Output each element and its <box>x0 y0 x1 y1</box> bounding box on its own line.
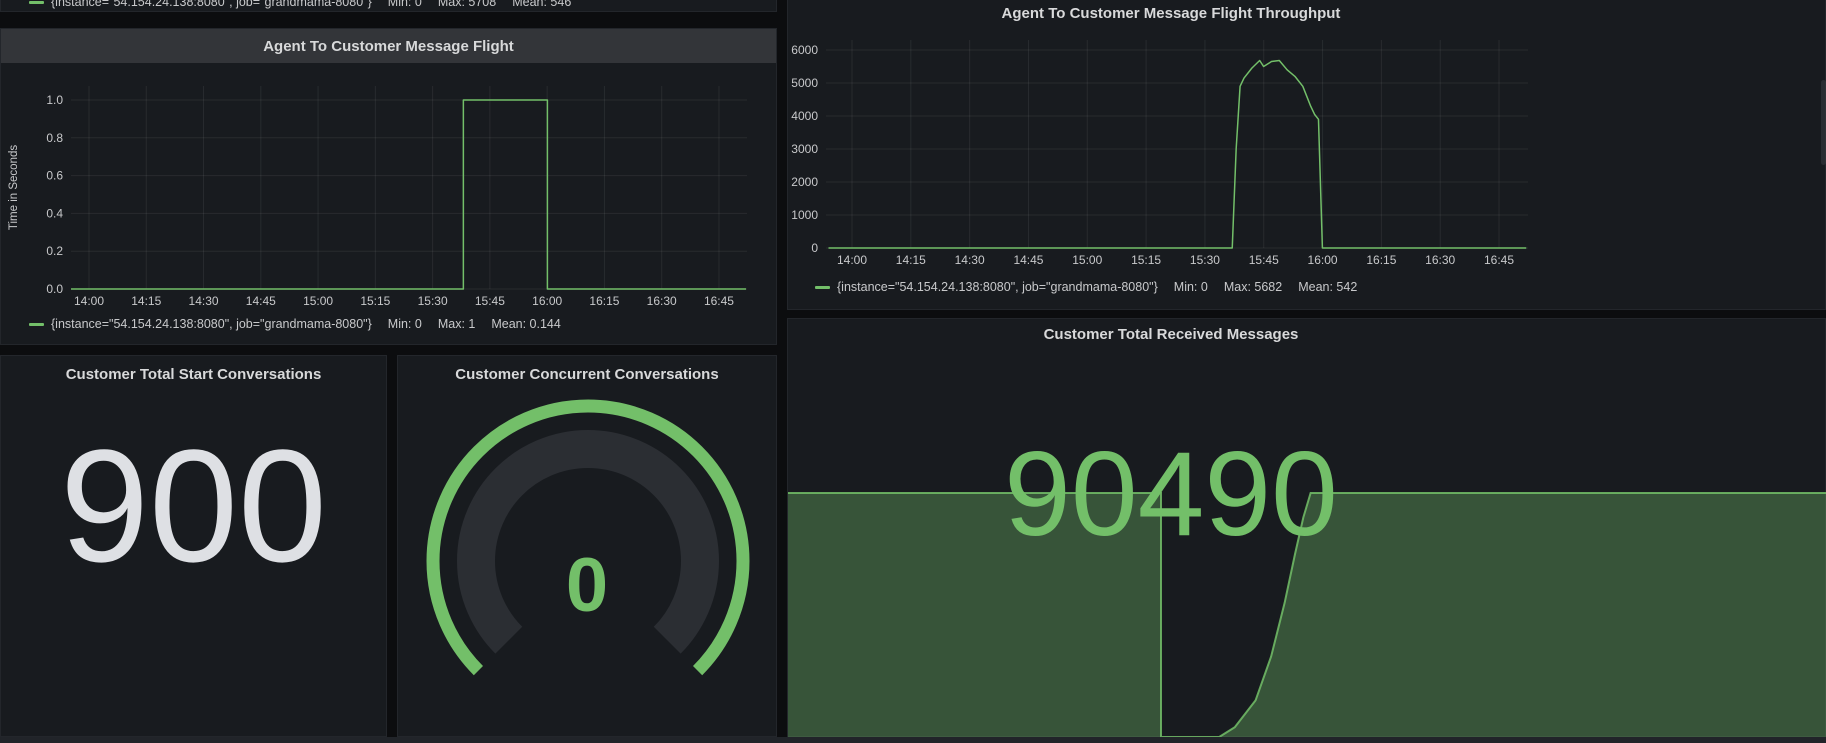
stat-value-start-conversations: 900 <box>60 421 327 591</box>
legend-max: Max: 5682 <box>1224 280 1282 294</box>
y-tick-label: 4000 <box>791 109 818 123</box>
chart-legend: {instance="54.154.24.138:8080", job="gra… <box>29 0 571 9</box>
cut-panel-top: {instance="54.154.24.138:8080", job="gra… <box>0 0 777 12</box>
y-tick-label: 0 <box>811 241 818 255</box>
x-tick-label: 15:00 <box>1072 253 1102 267</box>
x-tick-label: 14:15 <box>896 253 926 267</box>
legend-series-swatch <box>29 323 44 326</box>
x-tick-label: 14:30 <box>189 294 219 308</box>
x-tick-label: 15:30 <box>418 294 448 308</box>
x-tick-label: 15:15 <box>1131 253 1161 267</box>
panel-total-start-conversations: Customer Total Start Conversations 900 <box>0 355 387 737</box>
y-tick-label: 1000 <box>791 208 818 222</box>
panel-concurrent-conversations: Customer Concurrent Conversations 0 <box>397 355 777 737</box>
x-tick-label: 16:15 <box>1366 253 1396 267</box>
y-tick-label: 0.6 <box>46 169 63 183</box>
panel-title[interactable]: Customer Total Start Conversations <box>66 366 322 383</box>
legend-mean: Mean: 542 <box>1298 280 1357 294</box>
legend-series-name[interactable]: {instance="54.154.24.138:8080", job="gra… <box>51 317 372 331</box>
legend-min: Min: 0 <box>388 317 422 331</box>
legend-min: Min: 0 <box>388 0 422 9</box>
gauge-value: 0 <box>566 546 608 626</box>
x-tick-label: 16:00 <box>532 294 562 308</box>
legend-max: Max: 1 <box>438 317 476 331</box>
panel-title[interactable]: Agent To Customer Message Flight Through… <box>1002 5 1341 22</box>
x-tick-label: 16:45 <box>1484 253 1514 267</box>
legend-mean: Mean: 546 <box>512 0 571 9</box>
x-tick-label: 14:00 <box>74 294 104 308</box>
x-tick-label: 15:45 <box>1249 253 1279 267</box>
x-tick-label: 16:15 <box>589 294 619 308</box>
y-tick-label: 0.0 <box>46 282 63 296</box>
x-tick-label: 15:00 <box>303 294 333 308</box>
x-tick-label: 15:15 <box>360 294 390 308</box>
stat-value-received-messages: 90490 <box>1004 429 1338 559</box>
page-scrollbar-thumb[interactable] <box>1821 80 1826 165</box>
legend-series-swatch <box>29 1 44 4</box>
panel-title[interactable]: Customer Concurrent Conversations <box>455 366 718 383</box>
x-tick-label: 16:00 <box>1308 253 1338 267</box>
y-tick-label: 0.2 <box>46 244 63 258</box>
y-tick-label: 1.0 <box>46 93 63 107</box>
y-axis-label: Time in Seconds <box>8 145 20 230</box>
series-line <box>71 100 746 289</box>
x-tick-label: 14:30 <box>955 253 985 267</box>
y-tick-label: 3000 <box>791 142 818 156</box>
y-tick-label: 0.8 <box>46 131 63 145</box>
x-tick-label: 15:30 <box>1190 253 1220 267</box>
x-tick-label: 16:45 <box>704 294 734 308</box>
time-series-chart[interactable]: 1.0 0.8 0.6 0.4 0.2 0.0 14:00 14:15 14:30 14:45 15… <box>1 63 778 346</box>
legend-max: Max: 5708 <box>438 0 496 9</box>
legend-min: Min: 0 <box>1174 280 1208 294</box>
time-series-chart[interactable]: 6000 5000 4000 3000 2000 1000 0 14:00 14:15 14:30… <box>788 28 1826 278</box>
panel-title[interactable]: Agent To Customer Message Flight <box>263 38 514 55</box>
panel-message-flight-throughput: Agent To Customer Message Flight Through… <box>787 0 1826 310</box>
chart-legend: {instance="54.154.24.138:8080", job="gra… <box>29 317 561 331</box>
panel-total-received-messages: Customer Total Received Messages 90490 <box>787 318 1826 737</box>
panel-message-flight: Agent To Customer Message Flight 1.0 0.8 0… <box>0 28 777 345</box>
next-row-panel-edge <box>0 737 1826 743</box>
x-tick-label: 16:30 <box>647 294 677 308</box>
legend-series-name[interactable]: {instance="54.154.24.138:8080", job="gra… <box>51 0 372 9</box>
x-tick-label: 14:00 <box>837 253 867 267</box>
y-tick-label: 0.4 <box>46 206 63 220</box>
y-tick-label: 6000 <box>791 43 818 57</box>
panel-title[interactable]: Customer Total Received Messages <box>1044 326 1299 343</box>
series-line <box>828 60 1526 248</box>
panel-header[interactable]: Agent To Customer Message Flight <box>1 29 776 63</box>
legend-series-swatch <box>815 286 830 289</box>
legend-series-name[interactable]: {instance="54.154.24.138:8080", job="gra… <box>837 280 1158 294</box>
x-tick-label: 14:45 <box>246 294 276 308</box>
chart-legend: {instance="54.154.24.138:8080", job="gra… <box>815 280 1357 294</box>
legend-mean: Mean: 0.144 <box>491 317 561 331</box>
y-tick-label: 5000 <box>791 76 818 90</box>
x-tick-label: 14:45 <box>1013 253 1043 267</box>
x-tick-label: 15:45 <box>475 294 505 308</box>
y-tick-label: 2000 <box>791 175 818 189</box>
x-tick-label: 16:30 <box>1425 253 1455 267</box>
x-tick-label: 14:15 <box>131 294 161 308</box>
